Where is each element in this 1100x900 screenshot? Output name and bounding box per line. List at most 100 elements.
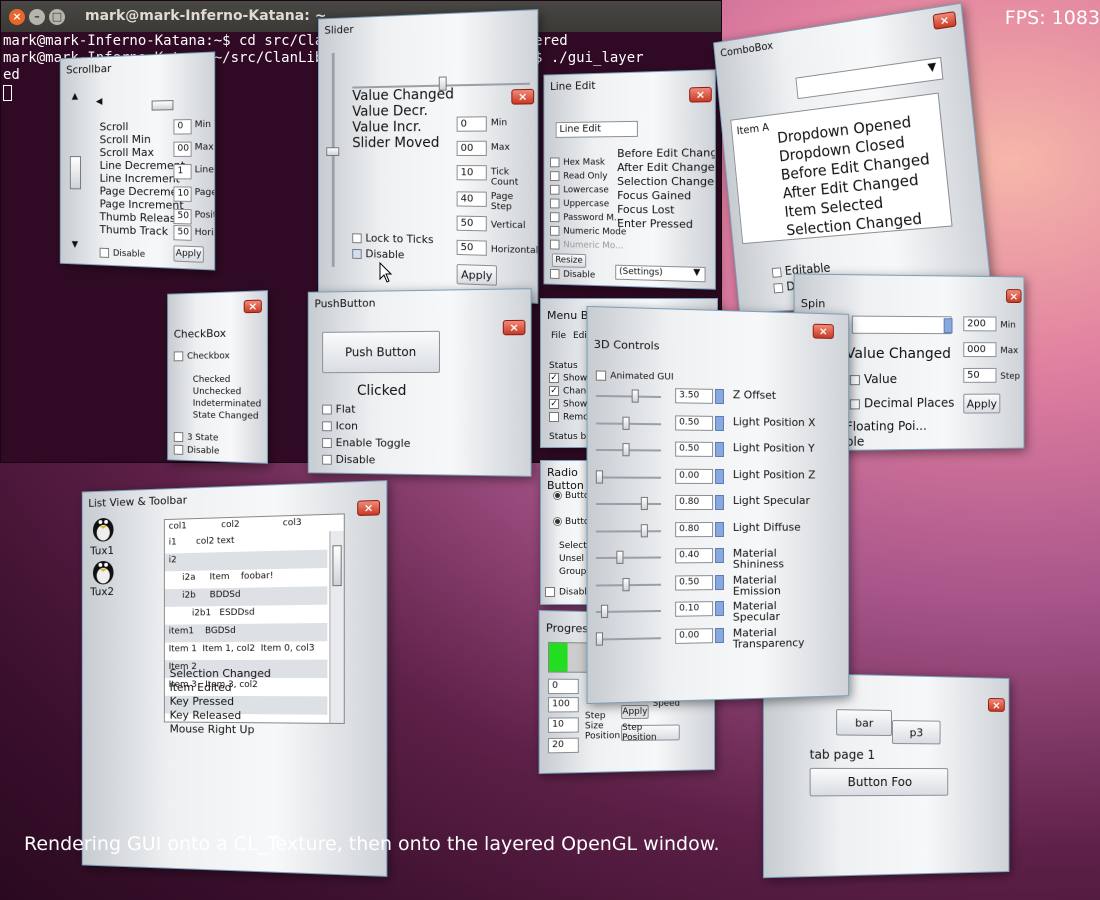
param-slider-track[interactable] bbox=[595, 475, 662, 479]
param-slider-thumb[interactable] bbox=[640, 523, 648, 537]
param-slider-thumb[interactable] bbox=[640, 496, 648, 511]
tab-p3[interactable]: p3 bbox=[891, 720, 941, 745]
chevron-down-icon[interactable]: ▼ bbox=[927, 60, 937, 74]
spin-arrows-icon[interactable] bbox=[715, 388, 724, 405]
slider-window[interactable]: Slider × Value Changed Value Decr. Value… bbox=[318, 9, 539, 304]
option-checkbox[interactable]: Password M... bbox=[550, 212, 622, 223]
checkbox-box[interactable]: ✓ bbox=[549, 399, 559, 409]
spin-arrows-icon[interactable] bbox=[715, 627, 724, 643]
column-header[interactable]: col2 bbox=[221, 520, 239, 531]
push-button[interactable]: Push Button bbox=[322, 330, 440, 374]
param-value-field[interactable]: 0.80 bbox=[675, 494, 714, 511]
3d-controls-window[interactable]: 3D Controls × Animated GUI 3.50 Z Offset 0… bbox=[586, 305, 850, 705]
checkbox-box[interactable] bbox=[773, 282, 784, 293]
maximize-icon[interactable]: □ bbox=[49, 8, 65, 25]
vertical-scroll-thumb[interactable] bbox=[69, 156, 81, 190]
param-slider-track[interactable] bbox=[595, 502, 662, 505]
spin-field[interactable] bbox=[851, 315, 952, 335]
close-icon[interactable]: × bbox=[9, 8, 25, 25]
checkbox-box[interactable] bbox=[173, 444, 184, 455]
checkbox-control[interactable]: Checkbox bbox=[173, 351, 230, 362]
enable-toggle-checkbox[interactable]: Enable Toggle bbox=[322, 436, 410, 450]
apply-button[interactable]: Apply bbox=[963, 393, 1001, 414]
param-slider-track[interactable] bbox=[595, 556, 662, 560]
tab-bar[interactable]: bar bbox=[836, 709, 892, 737]
spin-arrows-icon[interactable] bbox=[715, 547, 724, 564]
close-icon[interactable]: × bbox=[357, 499, 381, 517]
min-field[interactable]: 200 bbox=[963, 316, 997, 332]
vertical-slider-thumb[interactable] bbox=[326, 147, 340, 157]
param-slider-track[interactable] bbox=[595, 636, 662, 641]
page-step-field[interactable]: 40 bbox=[456, 191, 487, 207]
checkbox-box[interactable]: ✓ bbox=[549, 386, 559, 396]
lock-to-ticks-checkbox[interactable]: Lock to Ticks bbox=[352, 231, 434, 246]
disable-checkbox[interactable]: Disable bbox=[99, 247, 145, 260]
menu-file[interactable]: File bbox=[551, 331, 566, 341]
checkbox-box[interactable] bbox=[173, 351, 184, 362]
checkbox-box[interactable] bbox=[550, 239, 560, 250]
param-row[interactable]: 0.80 Light Specular bbox=[595, 494, 839, 524]
checkbox-box[interactable] bbox=[550, 212, 560, 223]
settings-dropdown[interactable]: (Settings) bbox=[615, 264, 706, 283]
table-row[interactable]: i2a Item foobar! bbox=[182, 571, 273, 583]
max-field[interactable]: 00 bbox=[456, 140, 487, 156]
checkbox-box[interactable] bbox=[771, 266, 782, 278]
checkbox-box[interactable] bbox=[550, 184, 560, 195]
table-row[interactable]: i2b1 ESDDsd bbox=[192, 608, 255, 619]
max-field[interactable]: 000 bbox=[963, 342, 997, 358]
flat-checkbox[interactable]: Flat bbox=[322, 403, 355, 416]
param-slider-thumb[interactable] bbox=[622, 416, 630, 430]
apply-button[interactable]: Apply bbox=[621, 704, 649, 720]
line-field[interactable]: 1 bbox=[173, 164, 192, 180]
spin-arrows-icon[interactable] bbox=[715, 521, 724, 537]
close-icon[interactable]: × bbox=[1006, 289, 1022, 304]
spin-arrows-icon[interactable] bbox=[715, 441, 724, 458]
scroll-left-icon[interactable]: ◀ bbox=[96, 97, 103, 107]
listview-window[interactable]: List View & Toolbar × Tux1 Tux2 col1 col… bbox=[81, 480, 388, 877]
table-row[interactable]: item1 BGDSd bbox=[169, 626, 236, 637]
checkbox-box[interactable] bbox=[322, 454, 332, 465]
icon-checkbox[interactable]: Icon bbox=[322, 419, 358, 432]
combobox-window[interactable]: ComboBox × ▼ Item A Dropdown Opened Drop… bbox=[713, 2, 993, 314]
scrollbar-window[interactable]: Scrollbar ▲ ◀ ▼ Scroll Scroll Min Scroll… bbox=[59, 51, 216, 271]
checkbox-box[interactable] bbox=[550, 268, 560, 279]
checkbox-box[interactable] bbox=[352, 248, 362, 260]
step-field[interactable]: 50 bbox=[963, 367, 997, 383]
tick-count-field[interactable]: 10 bbox=[456, 165, 487, 181]
spin-arrows-icon[interactable] bbox=[715, 574, 724, 590]
checkbox-box[interactable] bbox=[550, 225, 560, 236]
checkbox-box[interactable] bbox=[595, 370, 607, 381]
resize-button[interactable]: Resize bbox=[551, 253, 587, 268]
spin-arrows-icon[interactable] bbox=[715, 494, 724, 511]
radio-circle[interactable] bbox=[553, 491, 562, 500]
progress-field[interactable]: 100 bbox=[547, 697, 579, 713]
radio-circle[interactable] bbox=[553, 517, 562, 526]
param-value-field[interactable]: 0.40 bbox=[675, 548, 714, 564]
param-slider-thumb[interactable] bbox=[622, 443, 630, 457]
checkbox-box[interactable] bbox=[322, 404, 332, 415]
param-value-field[interactable]: 0.50 bbox=[675, 414, 714, 431]
horizontal-scroll-thumb[interactable] bbox=[151, 100, 174, 111]
param-value-field[interactable]: 3.50 bbox=[675, 388, 714, 404]
column-header[interactable]: col1 bbox=[169, 521, 187, 531]
param-row[interactable]: 0.00 Material Transparency bbox=[595, 625, 839, 658]
horizontal-field[interactable]: 50 bbox=[456, 239, 487, 256]
min-field[interactable]: 0 bbox=[173, 119, 192, 135]
disable-checkbox[interactable]: Disable bbox=[322, 453, 375, 466]
option-checkbox[interactable]: Lowercase bbox=[550, 184, 609, 195]
param-value-field[interactable]: 0.80 bbox=[675, 521, 714, 537]
vertical-slider-track[interactable] bbox=[331, 52, 335, 267]
minimize-icon[interactable]: – bbox=[29, 8, 45, 25]
button-foo[interactable]: Button Foo bbox=[809, 767, 949, 797]
param-value-field[interactable]: 0.00 bbox=[675, 468, 714, 484]
checkbox-box[interactable] bbox=[99, 247, 110, 258]
value-checkbox[interactable]: Value bbox=[849, 372, 897, 386]
param-row[interactable]: 0.80 Light Diffuse bbox=[595, 520, 839, 550]
progress-field[interactable]: 0 bbox=[547, 678, 579, 695]
spin-arrows-icon[interactable] bbox=[715, 600, 724, 617]
position-field[interactable]: 50 bbox=[173, 208, 192, 225]
option-checkbox[interactable]: Numeric Mode bbox=[550, 225, 626, 237]
table-row[interactable]: i2b BDDSd bbox=[182, 590, 240, 601]
tabs-window[interactable]: × bar p3 tab page 1 Button Foo bbox=[762, 671, 1010, 879]
three-state-checkbox[interactable]: 3 State bbox=[173, 431, 218, 444]
